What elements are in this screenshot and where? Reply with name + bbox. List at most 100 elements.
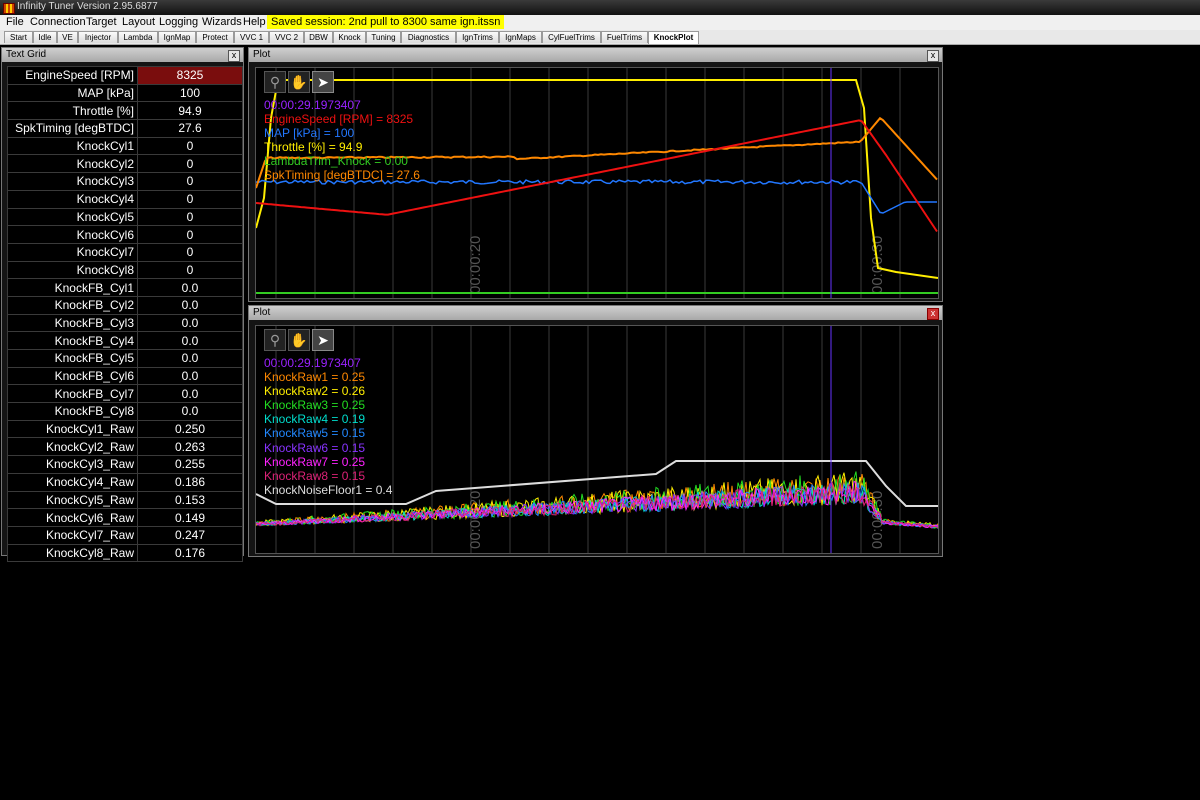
tab-injector[interactable]: Injector — [78, 31, 118, 43]
menu-logging[interactable]: Logging — [159, 16, 198, 28]
tab-knock[interactable]: Knock — [333, 31, 366, 43]
text-grid-close-button[interactable]: x — [228, 50, 240, 62]
tab-vvc2[interactable]: VVC 2 — [269, 31, 304, 43]
grid-row-value: 0.255 — [137, 455, 243, 474]
grid-row-value: 0.0 — [137, 278, 243, 297]
pointer-icon[interactable]: ➤ — [312, 71, 334, 93]
grid-row: KnockFB_Cyl3 0.0 — [7, 313, 243, 333]
app-icon — [3, 3, 15, 14]
plot-area-knock[interactable]: 00:00:20 00:00:30 ⚲ ✋ ➤ 00:00:29.1973407 Kn… — [255, 325, 939, 554]
grid-row-label: KnockFB_Cyl8 — [7, 402, 138, 421]
grid-row-value: 0 — [137, 207, 243, 227]
grid-row: KnockCyl7 0 — [7, 242, 243, 262]
legend-entry: EngineSpeed [RPM] = 8325 — [264, 112, 414, 127]
grid-row-label: KnockFB_Cyl7 — [7, 384, 138, 404]
grid-row-value: 8325 — [137, 66, 243, 85]
magnifier-icon[interactable]: ⚲ — [264, 71, 286, 93]
tab-ignmap[interactable]: IgnMap — [158, 31, 196, 43]
grid-row-label: KnockCyl4 — [7, 189, 138, 209]
grid-row-value: 0 — [137, 242, 243, 262]
plot-title-knock: Plot — [253, 307, 271, 318]
magnifier-icon[interactable]: ⚲ — [264, 329, 286, 351]
plot-close-button-knock[interactable]: x — [927, 308, 939, 320]
grid-row-value: 0 — [137, 260, 243, 280]
tab-tuning[interactable]: Tuning — [366, 31, 401, 43]
grid-row: KnockFB_Cyl6 0.0 — [7, 366, 243, 386]
tab-knockplot[interactable]: KnockPlot — [648, 31, 699, 44]
time-axis-label: 00:00:20 — [467, 491, 484, 549]
tab-lambda[interactable]: Lambda — [118, 31, 158, 43]
grid-row-value: 0.186 — [137, 472, 243, 492]
grid-row-label: MAP [kPa] — [7, 83, 138, 103]
tab-ve[interactable]: VE — [57, 31, 78, 43]
grid-row-value: 0.0 — [137, 331, 243, 350]
window-title: Infinity Tuner Version 2.95.6877 — [17, 1, 158, 12]
grid-row-label: KnockCyl4_Raw — [7, 472, 138, 492]
grid-row: MAP [kPa] 100 — [7, 83, 243, 103]
plot-title-engine: Plot — [253, 49, 271, 60]
grid-row: KnockCyl5_Raw 0.153 — [7, 490, 243, 510]
grid-row-label: EngineSpeed [RPM] — [7, 66, 138, 85]
grid-row-label: KnockFB_Cyl2 — [7, 295, 138, 315]
tab-ignmaps[interactable]: IgnMaps — [499, 31, 542, 43]
hand-pan-icon[interactable]: ✋ — [288, 329, 310, 351]
plot-legend-engine: 00:00:29.1973407 EngineSpeed [RPM] = 832… — [264, 98, 420, 183]
menu-target[interactable]: Target — [86, 16, 117, 28]
plot-toolbar-engine: ⚲ ✋ ➤ — [264, 71, 336, 93]
menu-help[interactable]: Help — [243, 16, 266, 28]
plot-timestamp: 00:00:29.1973407 — [264, 356, 361, 370]
text-grid-title: Text Grid — [6, 49, 47, 60]
grid-row-label: KnockCyl1 — [7, 136, 138, 156]
grid-row-value: 0.250 — [137, 419, 243, 439]
grid-row: KnockCyl4 0 — [7, 189, 243, 209]
plot-panel-engine: Plot x 00:00:20 00:00:30 ⚲ ✋ ➤ 00:00:29.197… — [248, 47, 943, 302]
menu-file[interactable]: File — [6, 16, 24, 28]
legend-entry: LambdaTrim_Knock = 0.00 — [264, 154, 408, 169]
grid-row: KnockCyl3_Raw 0.255 — [7, 455, 243, 474]
grid-row-label: KnockCyl3 — [7, 172, 138, 191]
legend-entry: KnockRaw5 = 0.15 — [264, 426, 366, 441]
text-grid-table: EngineSpeed [RPM] 8325 MAP [kPa] 100 Throttl… — [7, 66, 243, 563]
tab-dbw[interactable]: DBW — [304, 31, 333, 43]
grid-row-value: 94.9 — [137, 101, 243, 121]
tab-idle[interactable]: Idle — [33, 31, 57, 43]
plot-close-button-engine[interactable]: x — [927, 50, 939, 62]
legend-entry: KnockRaw8 = 0.15 — [264, 468, 366, 483]
menu-layout[interactable]: Layout — [122, 16, 155, 28]
legend-entry: KnockRaw4 = 0.19 — [264, 412, 366, 427]
menu-connection[interactable]: Connection — [30, 16, 86, 28]
tab-bar: Start Idle VE Injector Lambda IgnMap Pro… — [0, 30, 1200, 45]
grid-row: KnockFB_Cyl4 0.0 — [7, 331, 243, 350]
grid-row: KnockCyl1_Raw 0.250 — [7, 419, 243, 439]
menu-wizards[interactable]: Wizards — [202, 16, 242, 28]
grid-row: KnockFB_Cyl8 0.0 — [7, 402, 243, 421]
grid-row-label: KnockFB_Cyl4 — [7, 331, 138, 350]
grid-row-value: 0.247 — [137, 525, 243, 545]
grid-row-value: 0 — [137, 154, 243, 174]
legend-entry: MAP [kPa] = 100 — [264, 126, 355, 141]
grid-row: KnockFB_Cyl5 0.0 — [7, 349, 243, 368]
tab-protect[interactable]: Protect — [196, 31, 234, 43]
tab-fueltrims[interactable]: FuelTrims — [601, 31, 648, 43]
legend-entry: KnockRaw6 = 0.15 — [264, 440, 366, 455]
tab-igntrims[interactable]: IgnTrims — [456, 31, 499, 43]
tab-diagnostics[interactable]: Diagnostics — [401, 31, 456, 43]
legend-entry: KnockRaw2 = 0.26 — [264, 384, 366, 399]
grid-row: Throttle [%] 94.9 — [7, 101, 243, 121]
text-grid-panel: Text Grid x EngineSpeed [RPM] 8325 MAP [kP… — [1, 47, 244, 563]
tab-cylfueltrims[interactable]: CylFuelTrims — [542, 31, 601, 43]
pointer-icon[interactable]: ➤ — [312, 329, 334, 351]
time-axis-label: 00:00:20 — [467, 236, 484, 294]
grid-row-value: 100 — [137, 83, 243, 103]
grid-row-label: SpkTiming [degBTDC] — [7, 119, 138, 138]
grid-row: KnockCyl2_Raw 0.263 — [7, 437, 243, 457]
grid-row-label: KnockCyl8_Raw — [7, 543, 138, 563]
plot-legend-knock: 00:00:29.1973407 KnockRaw1 = 0.25 KnockRa… — [264, 356, 392, 497]
plot-area-engine[interactable]: 00:00:20 00:00:30 ⚲ ✋ ➤ 00:00:29.1973407 En… — [255, 67, 939, 299]
grid-row-value: 0.176 — [137, 543, 243, 563]
text-grid-header: Text Grid x — [2, 48, 243, 62]
tab-start[interactable]: Start — [4, 31, 33, 43]
hand-pan-icon[interactable]: ✋ — [288, 71, 310, 93]
tab-vvc1[interactable]: VVC 1 — [234, 31, 269, 43]
grid-row: KnockCyl8_Raw 0.176 — [7, 543, 243, 563]
